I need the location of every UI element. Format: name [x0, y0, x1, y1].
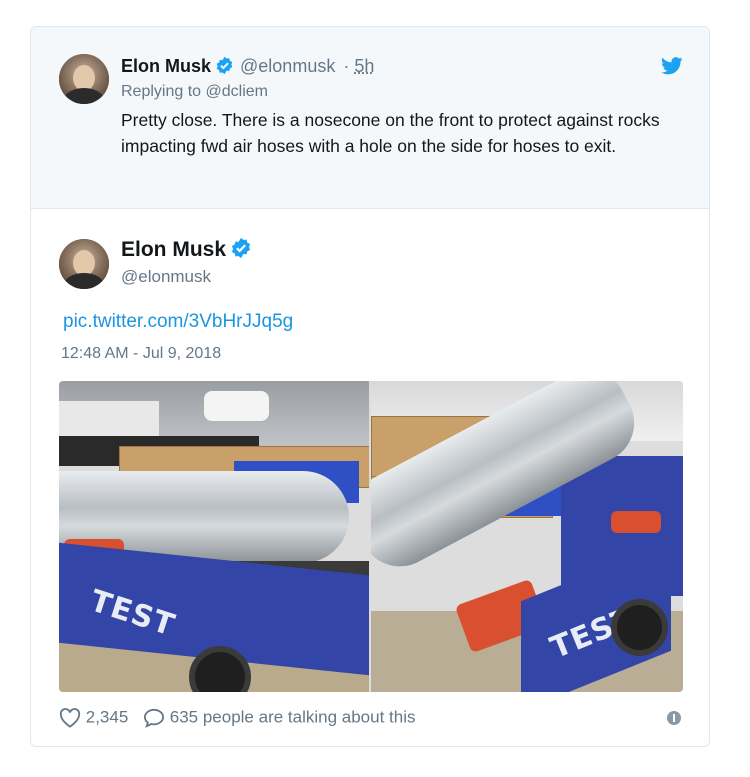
- photo-right[interactable]: TEST: [371, 381, 683, 692]
- replying-prefix: Replying to: [121, 83, 202, 100]
- tweet-photos: TEST TEST: [59, 381, 683, 692]
- tweet-actions: 2,345 635 people are talking about this: [59, 707, 416, 728]
- parent-separator: ·: [343, 56, 350, 76]
- parent-tweet-text: Pretty close. There is a nosecone on the…: [121, 110, 660, 156]
- embedded-tweet-card: Elon Musk @elonmusk · 5h Replying to @dcl…: [30, 26, 710, 747]
- parent-avatar[interactable]: [59, 54, 109, 104]
- talking-count[interactable]: 635 people are talking about this: [170, 708, 416, 727]
- tweet-photo-link[interactable]: pic.twitter.com/3VbHrJJq5g: [63, 311, 293, 333]
- replying-to-link[interactable]: @dcliem: [206, 83, 268, 100]
- parent-tweet-time[interactable]: 5h: [354, 56, 374, 76]
- parent-tweet[interactable]: Elon Musk @elonmusk · 5h Replying to @dcl…: [31, 27, 709, 209]
- main-author-name[interactable]: Elon Musk: [121, 238, 226, 261]
- verified-badge-icon: [231, 237, 251, 259]
- parent-author-handle[interactable]: @elonmusk: [240, 56, 335, 76]
- parent-tweet-header: Elon Musk @elonmusk · 5h: [121, 56, 374, 77]
- heart-icon[interactable]: [59, 707, 81, 728]
- photo-left[interactable]: TEST: [59, 381, 369, 692]
- main-avatar[interactable]: [59, 239, 109, 289]
- parent-author-name[interactable]: Elon Musk: [121, 56, 211, 76]
- replying-to: Replying to @dcliem: [121, 83, 268, 101]
- main-author-handle[interactable]: @elonmusk: [121, 267, 211, 287]
- twitter-bird-icon[interactable]: [661, 57, 683, 75]
- tweet-timestamp[interactable]: 12:48 AM - Jul 9, 2018: [61, 345, 221, 363]
- comment-bubble-icon[interactable]: [143, 708, 165, 728]
- verified-badge-icon: [216, 56, 233, 75]
- like-count[interactable]: 2,345: [86, 708, 129, 727]
- info-icon[interactable]: [667, 711, 681, 725]
- main-author-name-row[interactable]: Elon Musk: [121, 237, 252, 262]
